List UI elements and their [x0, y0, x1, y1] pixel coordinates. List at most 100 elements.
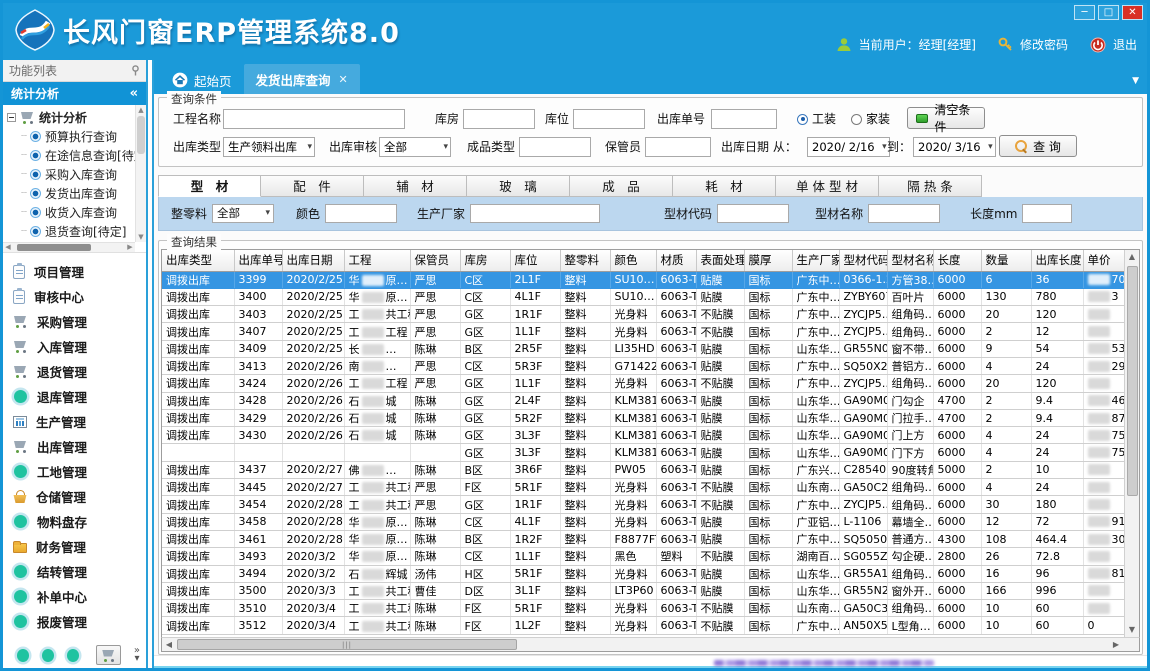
tree-horizontal-scrollbar[interactable]: ◀ ▶: [3, 242, 135, 252]
outbound-no-input[interactable]: [711, 109, 777, 129]
tree-item-发货出库查询[interactable]: ┄发货出库查询: [7, 184, 146, 203]
table-row[interactable]: G区3L3F整料KLM38176063-T5贴膜国标山东华…GA90M09.门下…: [162, 444, 1124, 461]
keeper-input[interactable]: [645, 137, 711, 157]
grid-vscroll-thumb[interactable]: [1127, 266, 1138, 496]
radio-home-decor[interactable]: 家装: [851, 109, 890, 129]
sidebar-module-退库管理[interactable]: 退库管理: [13, 384, 146, 409]
column-header-表面处理[interactable]: 表面处理: [696, 250, 744, 271]
column-header-颜色[interactable]: 颜色: [610, 250, 656, 271]
column-header-整零料[interactable]: 整零料: [560, 250, 610, 271]
column-header-材质[interactable]: 材质: [656, 250, 696, 271]
clear-conditions-button[interactable]: 清空条件: [907, 107, 985, 129]
warehouse-input[interactable]: [463, 109, 535, 129]
material-tab-隔热条[interactable]: 隔 热 条: [879, 175, 982, 197]
table-row[interactable]: 调拨出库34302020/2/26石城陈琳G区3L3F整料KLM38176063…: [162, 427, 1124, 444]
grid-horizontal-scrollbar[interactable]: ◀ ||| ▶: [161, 637, 1140, 652]
material-tab-配件[interactable]: 配 件: [261, 175, 364, 197]
sidebar-module-结转管理[interactable]: 结转管理: [13, 559, 146, 584]
collapse-icon[interactable]: «: [130, 86, 138, 101]
scroll-right-icon[interactable]: ▶: [125, 243, 135, 252]
tree-item-预算执行查询[interactable]: ┄预算执行查询: [7, 127, 146, 146]
tree-vertical-scrollbar[interactable]: ▲ ▼: [135, 105, 146, 242]
column-header-出库类型[interactable]: 出库类型: [162, 250, 234, 271]
sidebar-module-生产管理[interactable]: 生产管理: [13, 409, 146, 434]
tree-vscroll-thumb[interactable]: [137, 116, 145, 154]
more-modules-button[interactable]: »▾: [134, 647, 140, 663]
project-name-input[interactable]: [223, 109, 405, 129]
sidebar-module-审核中心[interactable]: 审核中心: [13, 284, 146, 309]
table-row[interactable]: 调拨出库34372020/2/27佛…陈琳B区3R6F整料PW056063-T5…: [162, 461, 1124, 478]
date-to-picker[interactable]: 2020/ 3/16: [913, 137, 996, 157]
table-row[interactable]: 调拨出库34242020/2/26工工程严思G区1L1F整料光身料6063-T5…: [162, 375, 1124, 392]
change-password-link[interactable]: 修改密码: [1020, 36, 1068, 53]
column-header-库位[interactable]: 库位: [510, 250, 560, 271]
date-from-picker[interactable]: 2020/ 2/16: [807, 137, 890, 157]
grid-vertical-scrollbar[interactable]: ▲ ▼: [1124, 250, 1139, 637]
column-header-出库长度[interactable]: 出库长度: [1031, 250, 1083, 271]
column-header-保管员[interactable]: 保管员: [410, 250, 460, 271]
column-header-膜厚[interactable]: 膜厚: [744, 250, 792, 271]
sidebar-module-物料盘存[interactable]: 物料盘存: [13, 509, 146, 534]
sidebar-module-报废管理[interactable]: 报废管理: [13, 609, 146, 634]
tree-expander-icon[interactable]: [7, 113, 16, 122]
manufacturer-input[interactable]: [470, 204, 600, 223]
table-row[interactable]: 调拨出库34132020/2/26南…严思C区5R3F整料G714226063-…: [162, 357, 1124, 374]
column-header-工程[interactable]: 工程: [344, 250, 410, 271]
tree-hscroll-thumb[interactable]: [17, 244, 91, 251]
tree-item-退货查询[待定][interactable]: ┄退货查询[待定]: [7, 222, 146, 241]
table-row[interactable]: 调拨出库35102020/3/4工共工程陈琳F区5R1F整料光身料6063-T5…: [162, 600, 1124, 617]
table-row[interactable]: 调拨出库34282020/2/26石城陈琳G区2L4F整料KLM38176063…: [162, 392, 1124, 409]
table-row[interactable]: 调拨出库34932020/3/2华原…陈琳C区1L1F整料黑色塑料不贴膜国标湖南…: [162, 548, 1124, 565]
table-row[interactable]: 调拨出库34032020/2/25工共工程严思G区1R1F整料光身料6063-T…: [162, 306, 1124, 323]
outbound-type-select[interactable]: 生产领料出库: [223, 137, 315, 157]
scroll-left-icon[interactable]: ◀: [162, 638, 176, 651]
material-tab-玻璃[interactable]: 玻 璃: [467, 175, 570, 197]
pin-icon[interactable]: [131, 65, 140, 76]
material-tab-型材[interactable]: 型 材: [158, 175, 261, 197]
table-row[interactable]: 调拨出库34612020/2/28华原…陈琳B区1R2F整料F8877FT606…: [162, 530, 1124, 547]
table-row[interactable]: 调拨出库34942020/3/2石辉城汤伟H区5R1F整料光身料6063-T5贴…: [162, 565, 1124, 582]
scroll-down-icon[interactable]: ▼: [136, 232, 146, 242]
scroll-up-icon[interactable]: ▲: [1125, 250, 1139, 264]
radio-work-clothes[interactable]: 工装: [797, 109, 836, 129]
sidebar-module-退货管理[interactable]: 退货管理: [13, 359, 146, 384]
module-dot-button[interactable]: [42, 649, 54, 662]
table-row[interactable]: 调拨出库34582020/2/28华原…陈琳C区4L1F整料光身料6063-T5…: [162, 513, 1124, 530]
stats-panel-header[interactable]: 统计分析 «: [3, 82, 146, 105]
tree-item-采购入库查询[interactable]: ┄采购入库查询: [7, 165, 146, 184]
cart-module-button[interactable]: [96, 645, 120, 665]
table-row[interactable]: 调拨出库34542020/2/28工共工程严思G区1R1F整料光身料6063-T…: [162, 496, 1124, 513]
sidebar-module-财务管理[interactable]: 财务管理: [13, 534, 146, 559]
minimize-button[interactable]: ─: [1074, 5, 1095, 20]
material-tab-成品[interactable]: 成 品: [570, 175, 673, 197]
table-row[interactable]: 调拨出库34092020/2/25长…陈琳B区2R5F整料LI35HD6063-…: [162, 340, 1124, 357]
column-header-生产厂家[interactable]: 生产厂家: [792, 250, 839, 271]
sidebar-module-补单中心[interactable]: 补单中心: [13, 584, 146, 609]
zl-select[interactable]: 全部: [212, 204, 274, 223]
scroll-down-icon[interactable]: ▼: [1125, 623, 1139, 637]
column-header-数量[interactable]: 数量: [981, 250, 1031, 271]
column-header-单价[interactable]: 单价: [1083, 250, 1124, 271]
search-button[interactable]: 查 询: [999, 135, 1077, 157]
module-dot-button[interactable]: [67, 649, 79, 662]
audit-select[interactable]: 全部: [379, 137, 451, 157]
table-row[interactable]: 调拨出库33992020/2/25华原…严思C区2L1F整料SU10…6063-…: [162, 271, 1124, 288]
close-button[interactable]: ✕: [1122, 5, 1143, 20]
tree-item-收货入库查询[interactable]: ┄收货入库查询: [7, 203, 146, 222]
tree-root-item[interactable]: 统计分析: [7, 108, 146, 127]
profile-name-input[interactable]: [868, 204, 940, 223]
column-header-型材名称[interactable]: 型材名称: [887, 250, 933, 271]
table-row[interactable]: 调拨出库34002020/2/25华原…严思C区4L1F整料SU10…6063-…: [162, 288, 1124, 305]
tab-start-page[interactable]: 起始页: [160, 66, 244, 94]
color-input[interactable]: [325, 204, 397, 223]
grid-hscroll-thumb[interactable]: |||: [177, 639, 517, 650]
sidebar-module-采购管理[interactable]: 采购管理: [13, 309, 146, 334]
scroll-up-icon[interactable]: ▲: [136, 105, 146, 115]
table-row[interactable]: 调拨出库35122020/3/4工共工程陈琳F区1L2F整料光身料6063-T5…: [162, 617, 1124, 634]
scroll-right-icon[interactable]: ▶: [1109, 638, 1123, 651]
column-header-型材代码[interactable]: 型材代码: [839, 250, 887, 271]
location-input[interactable]: [573, 109, 645, 129]
material-tab-辅材[interactable]: 辅 材: [364, 175, 467, 197]
table-row[interactable]: 调拨出库34072020/2/25工工程严思G区1L1F整料光身料6063-T5…: [162, 323, 1124, 340]
profile-code-input[interactable]: [717, 204, 789, 223]
